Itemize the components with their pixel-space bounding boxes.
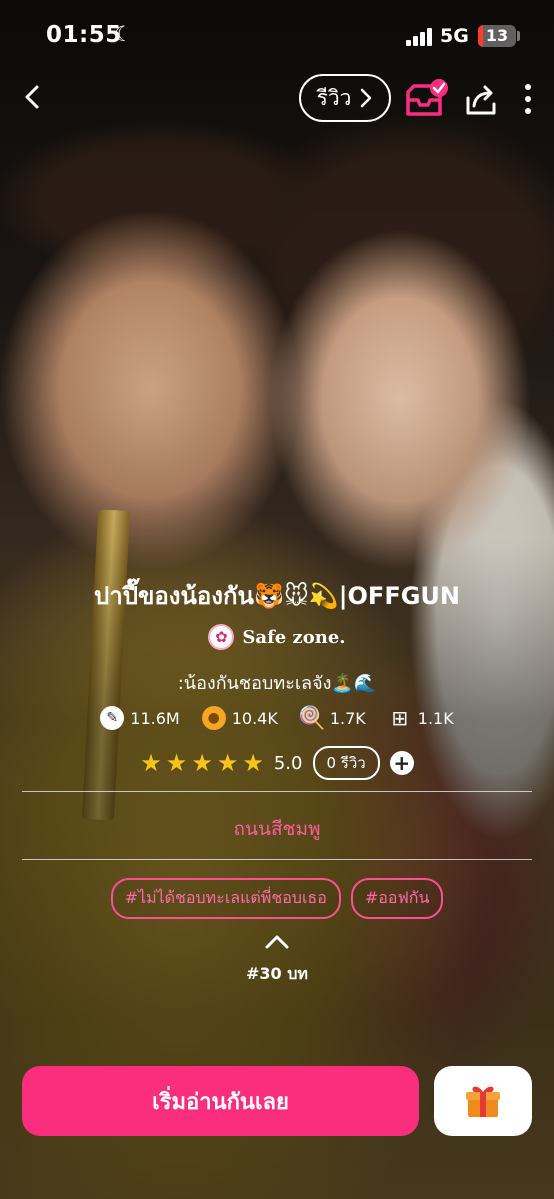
tag-list: #ไม่ได้ชอบทะเลแต่พี่ชอบเธอ #ออฟกัน xyxy=(0,878,554,919)
gift-icon xyxy=(466,1086,500,1117)
library-button[interactable] xyxy=(404,78,450,120)
library-value: 1.1K xyxy=(417,708,454,728)
category-link[interactable]: ถนนสีชมพู xyxy=(0,814,554,844)
review-button-label: รีวิว xyxy=(316,85,352,110)
moon-icon: ☾ xyxy=(114,22,133,46)
battery-level: 13 xyxy=(485,26,509,45)
network-label: 5G xyxy=(440,25,469,47)
author-name: Safe zone. xyxy=(242,626,346,648)
more-options-button[interactable] xyxy=(516,80,540,118)
star-icon: ★ xyxy=(242,749,264,777)
chevron-up-icon xyxy=(265,935,289,949)
divider xyxy=(22,791,532,792)
story-title: ปาปี๊ของน้องกัน🐯🐭💫|OFFGUN xyxy=(94,582,460,610)
star-icon: ★ xyxy=(165,749,188,777)
author-row[interactable]: ✿ Safe zone. xyxy=(0,624,554,650)
tag-chip[interactable]: #ออฟกัน xyxy=(350,878,444,919)
chapter-count: #30 บท xyxy=(246,964,308,983)
status-bar: 01:55 ☾ 5G 13 xyxy=(0,0,554,70)
battery-icon: 13 xyxy=(478,25,516,47)
rating-row: ★ ★ ★ ★ ★ 5.0 0 รีวิว + xyxy=(0,746,554,780)
lollipop-icon: 🍭 xyxy=(298,705,326,731)
chevron-right-icon xyxy=(361,88,372,108)
gift-button[interactable] xyxy=(434,1066,532,1136)
candies-value: 1.7K xyxy=(329,708,366,728)
reads-icon: ✎ xyxy=(100,706,125,730)
status-time: 01:55 xyxy=(46,22,122,48)
add-review-button[interactable]: + xyxy=(389,751,414,775)
library-added-icon xyxy=(406,79,448,116)
share-icon xyxy=(466,85,496,115)
review-button[interactable]: รีวิว xyxy=(299,74,391,122)
stat-candies: 🍭 1.7K xyxy=(298,705,366,731)
story-tagline: :น้องกันชอบทะเลจัง🏝️🌊 xyxy=(177,673,377,694)
stat-reads: ✎ 11.6M xyxy=(100,706,180,730)
coins-value: 10.4K xyxy=(231,708,278,728)
review-count-button[interactable]: 0 รีวิว xyxy=(312,746,380,780)
chevron-left-icon xyxy=(25,85,39,109)
library-add-icon: ⊞ xyxy=(391,706,409,730)
tag-chip[interactable]: #ไม่ได้ชอบทะเลแต่พี่ชอบเธอ xyxy=(110,878,341,919)
star-icon: ★ xyxy=(140,749,162,777)
stat-library: ⊞ 1.1K xyxy=(388,706,454,730)
star-rating: ★ ★ ★ ★ ★ xyxy=(140,749,264,777)
start-reading-button[interactable]: เริ่มอ่านกันเลย xyxy=(22,1066,419,1136)
reads-value: 11.6M xyxy=(130,708,180,728)
stats-row: ✎ 11.6M ● 10.4K 🍭 1.7K ⊞ 1.1K xyxy=(0,705,554,731)
signal-icon xyxy=(406,28,434,46)
star-icon: ★ xyxy=(191,749,213,777)
stat-coins: ● 10.4K xyxy=(201,706,278,730)
battery-tip xyxy=(517,31,520,41)
rating-value: 5.0 xyxy=(273,752,303,774)
divider xyxy=(22,859,532,860)
share-button[interactable] xyxy=(462,80,500,118)
coin-icon: ● xyxy=(201,706,226,730)
back-button[interactable] xyxy=(16,80,50,114)
author-avatar: ✿ xyxy=(208,624,235,650)
expand-button[interactable] xyxy=(262,932,292,952)
star-icon: ★ xyxy=(216,749,239,777)
